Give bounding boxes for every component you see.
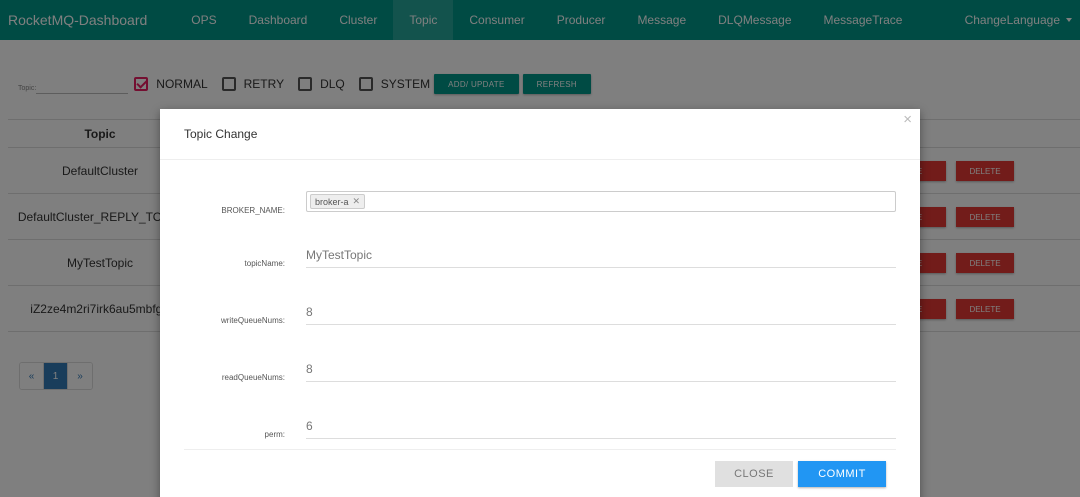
topic-change-dialog: × Topic Change BROKER_NAME: broker-a ✕ t… [160, 109, 920, 497]
broker-name-label: BROKER_NAME: [221, 206, 285, 215]
perm-label: perm: [264, 430, 285, 439]
perm-field[interactable]: 6 [306, 417, 896, 439]
broker-tag-label: broker-a [315, 196, 349, 207]
close-button[interactable]: CLOSE [715, 461, 793, 487]
close-icon[interactable]: × [903, 112, 912, 128]
write-queue-label: writeQueueNums: [220, 316, 285, 325]
topic-name-field[interactable]: MyTestTopic [306, 246, 896, 268]
topic-name-label: topicName: [244, 259, 285, 268]
dialog-header: Topic Change [160, 109, 920, 160]
read-queue-label: readQueueNums: [221, 373, 285, 382]
write-queue-field[interactable]: 8 [306, 303, 896, 325]
read-queue-field[interactable]: 8 [306, 360, 896, 382]
remove-tag-icon[interactable]: ✕ [353, 196, 361, 207]
commit-button[interactable]: COMMIT [798, 461, 886, 487]
broker-name-select[interactable]: broker-a ✕ [306, 191, 896, 212]
broker-multiselect[interactable]: broker-a ✕ [306, 191, 896, 212]
dialog-footer-divider [184, 449, 896, 450]
broker-tag: broker-a ✕ [310, 194, 366, 209]
dialog-title: Topic Change [184, 127, 258, 141]
